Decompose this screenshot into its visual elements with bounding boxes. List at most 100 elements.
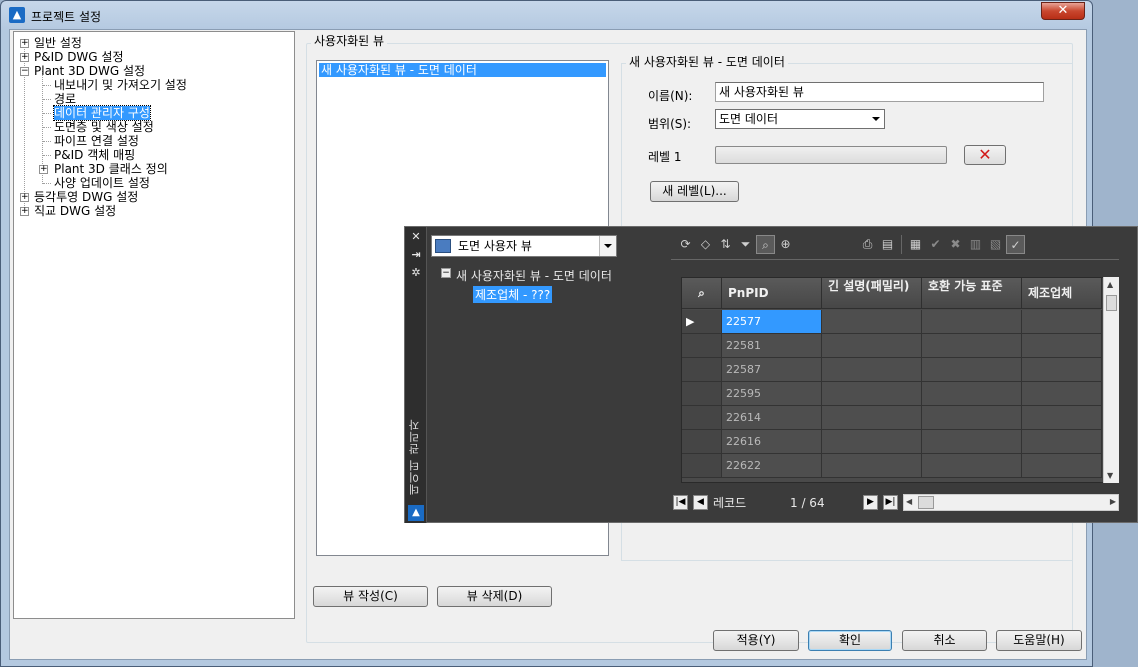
prev-record-icon[interactable]: ◀ — [693, 495, 708, 510]
tree-item-pid-object-mapping[interactable]: P&ID 객체 매핑 — [54, 148, 135, 162]
table-cell-pnpid[interactable]: 22614 — [722, 406, 822, 430]
table-cell-pnpid[interactable]: 22595 — [722, 382, 822, 406]
table-cell-pnpid[interactable]: 22581 — [722, 334, 822, 358]
expand-icon[interactable]: + — [20, 53, 29, 62]
table-cell[interactable] — [1022, 430, 1102, 454]
tree-item-pipe-connection[interactable]: 파이프 연결 설정 — [54, 134, 139, 148]
table-cell[interactable] — [922, 358, 1022, 382]
tree-item-plant3d-class-def[interactable]: Plant 3D 클래스 정의 — [54, 162, 168, 176]
view-name-field[interactable]: 새 사용자화된 뷰 — [715, 82, 1044, 102]
row-header[interactable] — [682, 358, 722, 382]
palette-tree-root[interactable]: 새 사용자화된 뷰 - 도면 데이터 — [456, 267, 612, 284]
properties-icon[interactable]: ✲ — [410, 267, 422, 279]
filter-icon[interactable]: ⏷ — [736, 235, 755, 254]
table-cell-pnpid[interactable]: 22577 — [722, 310, 822, 334]
table-cell[interactable] — [922, 406, 1022, 430]
table-cell[interactable] — [922, 382, 1022, 406]
accept-all-icon[interactable]: ▥ — [966, 235, 985, 254]
column-header-pnpid[interactable]: PnPID — [722, 278, 822, 309]
reject-icon[interactable]: ✖ — [946, 235, 965, 254]
tree-item-plant3d-dwg[interactable]: Plant 3D DWG 설정 — [34, 64, 145, 78]
scroll-left-icon[interactable]: ◀ — [906, 497, 912, 506]
help-button[interactable]: 도움말(H) — [996, 630, 1082, 651]
table-cell[interactable] — [1022, 334, 1102, 358]
table-cell[interactable] — [1022, 382, 1102, 406]
h-scroll-thumb[interactable] — [918, 496, 934, 509]
table-cell[interactable] — [822, 454, 922, 478]
zoom-options-icon[interactable]: ⊕ — [776, 235, 795, 254]
scroll-down-icon[interactable]: ▼ — [1107, 471, 1113, 480]
row-header[interactable] — [682, 430, 722, 454]
table-cell[interactable] — [822, 430, 922, 454]
cancel-button[interactable]: 취소 — [902, 630, 987, 651]
custom-view-list-item[interactable]: 새 사용자화된 뷰 - 도면 데이터 — [319, 63, 606, 77]
grid-horizontal-scrollbar[interactable]: ◀ ▶ — [903, 494, 1119, 511]
tree-item-pid-dwg[interactable]: P&ID DWG 설정 — [34, 50, 124, 64]
expand-icon[interactable]: + — [20, 193, 29, 202]
table-cell[interactable] — [1022, 454, 1102, 478]
scroll-thumb[interactable] — [1106, 295, 1117, 311]
row-header[interactable] — [682, 454, 722, 478]
close-palette-icon[interactable]: ✕ — [410, 231, 422, 243]
tree-item-general[interactable]: 일반 설정 — [34, 36, 82, 50]
column-header-long-desc[interactable]: 긴 설명(패밀리) — [822, 278, 922, 309]
edit-icon[interactable]: ▦ — [906, 235, 925, 254]
first-record-icon[interactable]: |◀ — [673, 495, 688, 510]
last-record-icon[interactable]: ▶| — [883, 495, 898, 510]
table-cell-pnpid[interactable]: 22616 — [722, 430, 822, 454]
collapse-icon[interactable]: − — [20, 67, 29, 76]
close-window-button[interactable]: ✕ — [1041, 2, 1085, 20]
show-changes-icon[interactable]: ✓ — [1006, 235, 1025, 254]
print-icon[interactable]: ⎙ — [858, 235, 877, 254]
eraser-icon[interactable]: ◇ — [696, 235, 715, 254]
zoom-icon[interactable]: ⌕ — [756, 235, 775, 254]
palette-tree-child[interactable]: 제조업체 - ??? — [473, 286, 553, 303]
tree-item-ortho-dwg[interactable]: 직교 DWG 설정 — [34, 204, 116, 218]
table-cell[interactable] — [822, 406, 922, 430]
scroll-right-icon[interactable]: ▶ — [1110, 497, 1116, 506]
settings-tree[interactable]: + 일반 설정 + P&ID DWG 설정 − Plant 3D DWG 설정 … — [13, 31, 295, 619]
row-header[interactable]: ▶ — [682, 310, 722, 334]
table-cell-pnpid[interactable]: 22622 — [722, 454, 822, 478]
table-cell-pnpid[interactable]: 22587 — [722, 358, 822, 382]
column-header-compat-standard[interactable]: 호환 가능 표준 — [922, 278, 1022, 309]
table-cell[interactable] — [1022, 310, 1102, 334]
table-cell[interactable] — [1022, 358, 1102, 382]
table-cell[interactable] — [822, 310, 922, 334]
tree-item-data-manager-config[interactable]: 데이터 관리자 구성 — [53, 105, 151, 121]
autohide-icon[interactable]: ⇥ — [410, 249, 422, 261]
select-column-icon[interactable]: ⌕ — [682, 278, 722, 309]
tree-item-spec-update[interactable]: 사양 업데이트 설정 — [54, 176, 150, 190]
grid-vertical-scrollbar[interactable]: ▲ ▼ — [1103, 277, 1119, 483]
remove-level-button[interactable]: ✕ — [964, 145, 1006, 165]
new-level-button[interactable]: 새 레벨(L)... — [650, 181, 739, 202]
scroll-up-icon[interactable]: ▲ — [1107, 280, 1113, 289]
table-cell[interactable] — [822, 358, 922, 382]
table-cell[interactable] — [922, 334, 1022, 358]
row-header[interactable] — [682, 334, 722, 358]
expand-icon[interactable]: + — [20, 39, 29, 48]
view-select[interactable]: 도면 사용자 뷰 — [431, 235, 617, 257]
tree-item-iso-dwg[interactable]: 등각투영 DWG 설정 — [34, 190, 138, 204]
export-icon[interactable]: ▤ — [878, 235, 897, 254]
expand-icon[interactable]: + — [39, 165, 48, 174]
delete-view-button[interactable]: 뷰 삭제(D) — [437, 586, 552, 607]
table-cell[interactable] — [822, 382, 922, 406]
tree-item-export-import[interactable]: 내보내기 및 가져오기 설정 — [54, 78, 187, 92]
data-grid[interactable]: ⌕ PnPID 긴 설명(패밀리) 호환 가능 표준 제조업체 ▶ 22577 22… — [681, 277, 1119, 483]
table-cell[interactable] — [922, 430, 1022, 454]
create-view-button[interactable]: 뷰 작성(C) — [313, 586, 428, 607]
table-cell[interactable] — [922, 454, 1022, 478]
dropdown-arrow-icon[interactable] — [599, 236, 616, 256]
column-header-manufacturer[interactable]: 제조업체 — [1022, 278, 1102, 309]
tree-item-paths[interactable]: 경로 — [54, 92, 76, 106]
scope-select[interactable]: 도면 데이터 — [715, 109, 885, 129]
refresh-icon[interactable]: ⟳ — [676, 235, 695, 254]
table-cell[interactable] — [822, 334, 922, 358]
table-cell[interactable] — [1022, 406, 1102, 430]
tree-item-layer-color[interactable]: 도면층 및 색상 설정 — [54, 120, 154, 134]
ok-button[interactable]: 확인 — [808, 630, 892, 651]
level-1-field[interactable] — [715, 146, 947, 164]
apply-button[interactable]: 적용(Y) — [713, 630, 799, 651]
next-record-icon[interactable]: ▶ — [863, 495, 878, 510]
